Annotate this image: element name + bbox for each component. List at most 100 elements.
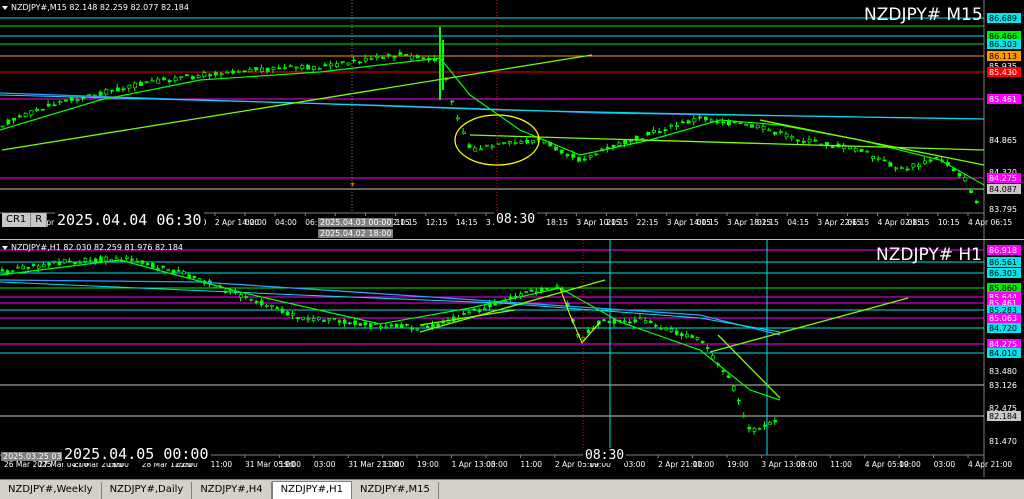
- candle-body: [332, 318, 337, 320]
- candle-body: [182, 270, 186, 275]
- time-label: 22:15: [637, 218, 659, 227]
- candle-body: [675, 125, 679, 127]
- candle-body: [602, 319, 606, 322]
- candle-body: [490, 145, 495, 148]
- candle-body: [121, 88, 126, 91]
- time-label: 04:15: [787, 218, 809, 227]
- candle-body: [185, 74, 189, 77]
- annotation-mark: *: [350, 181, 355, 192]
- candle-body: [187, 274, 191, 278]
- candle-body: [813, 139, 818, 142]
- candle-body: [415, 55, 420, 59]
- price-label: 86.303: [989, 40, 1017, 49]
- candle-body: [559, 149, 564, 154]
- chart-h1[interactable]: 86.918 86.561 86.303 85.860 85.644 85.461 85.2…: [0, 240, 1024, 477]
- price-label: 84.087: [989, 185, 1017, 194]
- time-label: 03:00: [624, 460, 646, 469]
- time-label: 11:00: [520, 460, 542, 469]
- candle-body: [646, 131, 651, 136]
- candle-body: [327, 318, 331, 321]
- candle-body: [144, 81, 149, 83]
- chart-m15[interactable]: 86.689 86.466 86.303 86.113 85.935 85.430 85.4…: [0, 0, 1024, 239]
- candle-body: [686, 120, 691, 124]
- chart-h1-header-text: NZDJPY#,H1 82.030 82.259 81.976 82.184: [11, 243, 184, 252]
- candle-body: [265, 305, 269, 307]
- candle-body: [669, 328, 674, 332]
- r-button[interactable]: R: [31, 213, 48, 227]
- candle-body: [773, 420, 778, 423]
- chart-m15-header: NZDJPY#,M15 82.148 82.259 82.077 82.184: [2, 3, 189, 12]
- price-label: 83.126: [989, 381, 1017, 390]
- chart-m15-header-text: NZDJPY#,M15 82.148 82.259 82.077 82.184: [11, 3, 189, 12]
- candle-body: [78, 261, 83, 264]
- candle-body: [167, 80, 172, 83]
- candle-body: [778, 131, 783, 134]
- candle-body: [657, 131, 662, 133]
- tab-weekly[interactable]: NZDJPY#,Weekly: [0, 482, 102, 499]
- chart-h1-canvas[interactable]: 86.91886.56186.30385.86085.64485.46185.2…: [0, 240, 1024, 477]
- candle-body: [346, 62, 351, 66]
- candle-body: [467, 311, 472, 314]
- candle-body: [963, 177, 968, 182]
- candle-body: [317, 68, 322, 70]
- cr-button-group[interactable]: CR1 R: [2, 213, 48, 227]
- time-label: 03:00: [486, 460, 508, 469]
- candle-body: [213, 286, 217, 289]
- candle-body: [288, 65, 293, 68]
- candle-body: [161, 265, 165, 268]
- tab-daily[interactable]: NZDJPY#,Daily: [101, 482, 193, 499]
- price-label: 85.461: [989, 95, 1017, 104]
- candle-body: [311, 66, 316, 71]
- candle-body: [31, 264, 36, 266]
- candle-body: [57, 261, 62, 265]
- dropdown-triangle-icon[interactable]: [2, 5, 8, 10]
- candle-body: [323, 64, 328, 67]
- candle-body: [484, 144, 489, 147]
- time-label: 11:00: [383, 460, 405, 469]
- candle-body: [173, 77, 178, 81]
- trendline: [469, 134, 985, 151]
- candle-body: [899, 167, 904, 170]
- candle-body: [565, 154, 570, 157]
- time-label: 03:00: [314, 460, 336, 469]
- candle-body: [586, 329, 591, 334]
- chart-m15-symbol-label: NZDJPY# M15: [864, 5, 983, 25]
- price-label: 85.063: [989, 314, 1017, 323]
- candle-body: [381, 57, 385, 59]
- moving-average-line: [559, 287, 601, 344]
- candle-body: [176, 269, 181, 272]
- candle-body: [513, 142, 518, 145]
- candle-body: [75, 99, 80, 102]
- candle-body: [42, 264, 46, 267]
- candle-body: [611, 144, 616, 148]
- chart-h1-header: NZDJPY#,H1 82.030 82.259 81.976 82.184: [2, 243, 183, 252]
- time-label: 06:15: [848, 218, 870, 227]
- tab-m15[interactable]: NZDJPY#,M15: [352, 482, 439, 499]
- candle-body: [421, 57, 426, 60]
- candle-body: [104, 89, 109, 95]
- chart-h1-big-time: 2025.04.05 00:00: [62, 445, 211, 463]
- candle-body: [219, 73, 224, 76]
- dropdown-triangle-icon[interactable]: [2, 245, 8, 250]
- candle-body: [648, 320, 653, 323]
- price-label: 85.860: [989, 284, 1017, 293]
- candle-body: [231, 70, 236, 74]
- tab-h1[interactable]: NZDJPY#,H1: [271, 481, 353, 499]
- candle-body: [29, 110, 34, 116]
- price-label: 86.113: [989, 52, 1017, 61]
- candle-body: [643, 320, 648, 324]
- candle-body: [190, 76, 195, 80]
- tab-h4[interactable]: NZDJPY#,H4: [192, 482, 272, 499]
- candle-body: [150, 79, 155, 82]
- candle-body: [700, 340, 705, 344]
- candle-body: [405, 323, 409, 326]
- candle-body: [703, 116, 708, 121]
- price-label: 86.303: [989, 269, 1017, 278]
- candle-body: [830, 146, 835, 148]
- price-label: 82.184: [989, 412, 1017, 421]
- candle-body: [529, 289, 534, 292]
- price-label: 83.795: [989, 205, 1017, 214]
- chart-m15-big-time: 2025.04.04 06:30: [55, 211, 204, 229]
- cr1-button[interactable]: CR1: [2, 213, 32, 227]
- chart-m15-canvas[interactable]: 86.68986.46686.30386.11385.93585.43085.4…: [0, 0, 1024, 239]
